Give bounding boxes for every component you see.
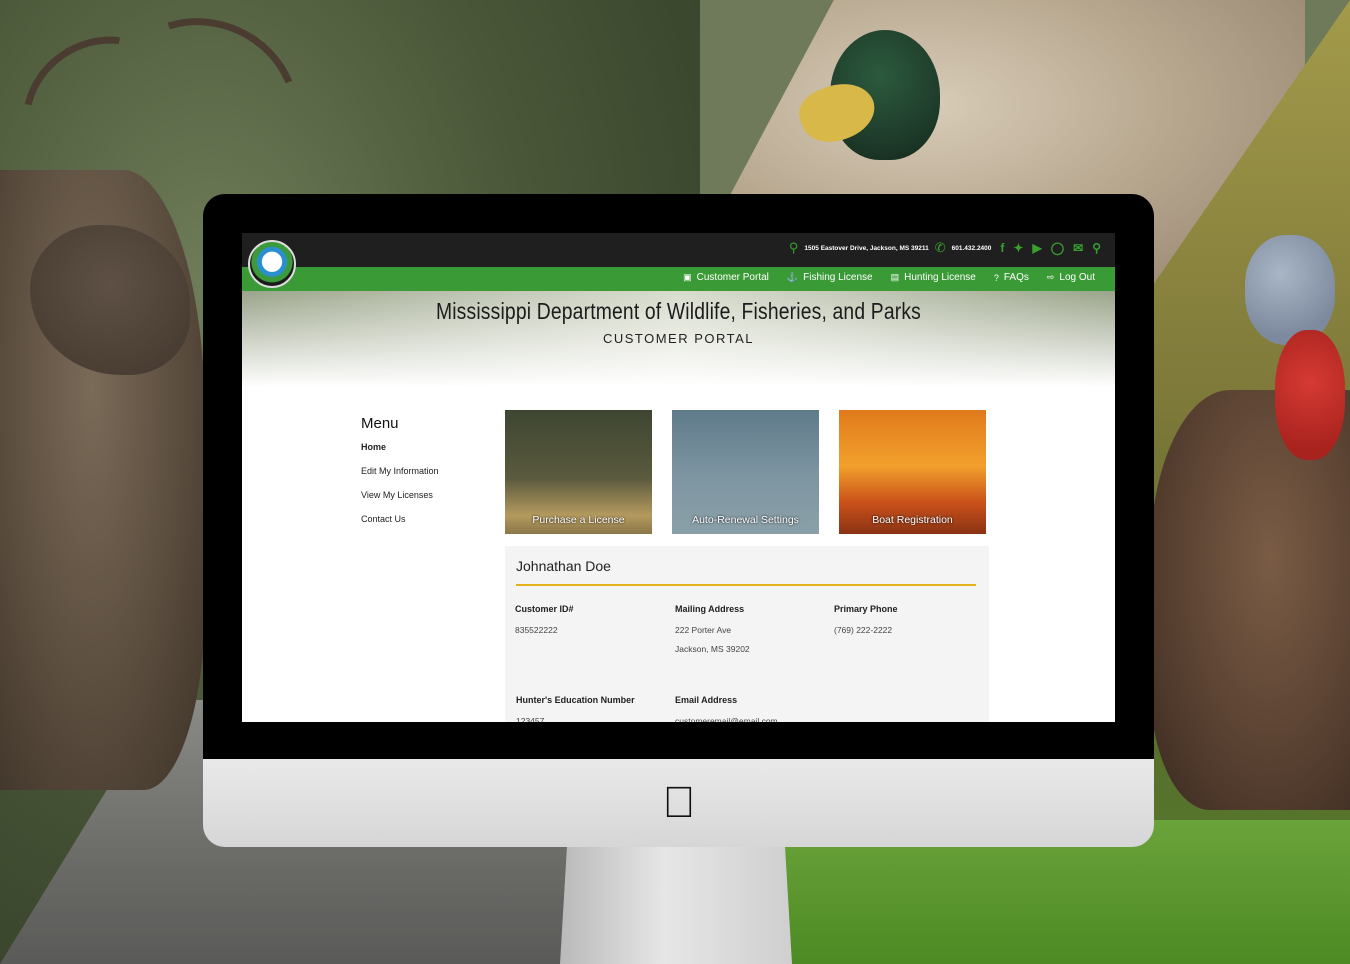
mailing-line-1: 222 Porter Ave xyxy=(675,625,732,635)
field-label: Mailing Address xyxy=(675,604,745,614)
boat-registration-card[interactable]: Boat Registration xyxy=(839,410,986,534)
twitter-icon[interactable]: ✦ xyxy=(1013,241,1023,255)
anchor-icon: ⚓ xyxy=(786,272,799,282)
name-divider xyxy=(516,584,976,586)
main-nav: ▣ Customer Portal ⚓ Fishing License ▤ Hu… xyxy=(683,272,1095,283)
hunter-education-field: Hunter's Education Number 123457 xyxy=(516,695,635,722)
instagram-icon[interactable]: ◯ xyxy=(1051,241,1064,255)
purchase-license-card[interactable]: Purchase a License xyxy=(505,410,652,534)
customer-id-field: Customer ID# 835522222 xyxy=(515,604,574,640)
mdwfp-logo[interactable] xyxy=(248,240,296,288)
turkey-wattle xyxy=(1275,330,1345,460)
card-label: Auto-Renewal Settings xyxy=(692,514,799,526)
search-icon[interactable]: ⚲ xyxy=(1092,241,1101,255)
apple-logo-icon:  xyxy=(659,779,699,827)
main-nav-bar: ▣ Customer Portal ⚓ Fishing License ▤ Hu… xyxy=(242,267,1115,291)
field-label: Email Address xyxy=(675,695,738,705)
card-label: Boat Registration xyxy=(872,514,953,526)
nav-label: Log Out xyxy=(1059,272,1095,283)
primary-phone-field: Primary Phone (769) 222-2222 xyxy=(834,604,898,640)
logout-icon: ⇨ xyxy=(1046,272,1055,282)
menu-item-contact-us[interactable]: Contact Us xyxy=(361,514,439,524)
field-label: Primary Phone xyxy=(834,604,898,614)
top-utility-bar: ⚲ 1505 Eastover Drive, Jackson, MS 39211… xyxy=(242,233,1115,267)
phone-icon: ✆ xyxy=(934,240,946,255)
menu-item-home[interactable]: Home xyxy=(361,442,439,452)
turkey-head xyxy=(1245,235,1335,345)
page-subtitle: CUSTOMER PORTAL xyxy=(602,331,755,346)
nav-label: Fishing License xyxy=(803,272,873,283)
portal-icon: ▣ xyxy=(683,272,692,282)
hero-banner: Mississippi Department of Wildlife, Fish… xyxy=(242,291,1115,387)
question-icon: ? xyxy=(993,272,999,283)
nav-customer-portal[interactable]: ▣ Customer Portal xyxy=(683,272,769,283)
card-icon: ▤ xyxy=(890,272,900,282)
phone-text[interactable]: 601.432.2400 xyxy=(952,245,992,252)
card-label: Purchase a License xyxy=(532,514,625,526)
website-screen: ⚲ 1505 Eastover Drive, Jackson, MS 39211… xyxy=(242,233,1115,722)
nav-fishing-license[interactable]: ⚓ Fishing License xyxy=(787,272,873,283)
mailing-line-2: Jackson, MS 39202 xyxy=(675,644,750,654)
nav-faqs[interactable]: ? FAQs xyxy=(994,272,1029,283)
menu-item-edit-my-information[interactable]: Edit My Information xyxy=(361,466,439,476)
profile-panel: Johnathan Doe Customer ID# 835522222 Mai… xyxy=(505,546,989,722)
map-pin-icon: ⚲ xyxy=(788,240,799,255)
nav-label: Hunting License xyxy=(904,272,976,283)
mailing-address-field: Mailing Address 222 Porter Ave Jackson, … xyxy=(675,604,750,659)
field-label: Customer ID# xyxy=(515,604,574,614)
menu-heading: Menu xyxy=(361,415,399,432)
youtube-icon[interactable]: ▶ xyxy=(1032,241,1041,255)
facebook-icon[interactable]: f xyxy=(1000,241,1004,255)
email-icon[interactable]: ✉ xyxy=(1073,241,1083,255)
email-address-field: Email Address customeremail@email.com xyxy=(675,695,778,722)
email-value: customeremail@email.com xyxy=(675,716,778,722)
monitor-stand xyxy=(560,847,792,964)
nav-log-out[interactable]: ⇨ Log Out xyxy=(1047,272,1095,283)
auto-renewal-card[interactable]: Auto-Renewal Settings xyxy=(672,410,819,534)
nav-hunting-license[interactable]: ▤ Hunting License xyxy=(891,272,976,283)
page-title: Mississippi Department of Wildlife, Fish… xyxy=(435,298,922,324)
field-label: Hunter's Education Number xyxy=(516,695,635,705)
menu-item-view-my-licenses[interactable]: View My Licenses xyxy=(361,490,439,500)
address-text: 1505 Eastover Drive, Jackson, MS 39211 xyxy=(804,244,929,252)
hunter-education-value: 123457 xyxy=(516,716,545,722)
primary-phone-value: (769) 222-2222 xyxy=(834,625,893,635)
nav-label: FAQs xyxy=(1003,272,1029,283)
action-cards: Purchase a License Auto-Renewal Settings… xyxy=(505,410,986,534)
side-menu: Menu Home Edit My Information View My Li… xyxy=(361,415,439,538)
customer-name: Johnathan Doe xyxy=(516,558,611,574)
customer-id-value: 835522222 xyxy=(515,625,558,635)
nav-label: Customer Portal xyxy=(696,272,769,283)
contact-row: ⚲ 1505 Eastover Drive, Jackson, MS 39211… xyxy=(789,240,1101,256)
